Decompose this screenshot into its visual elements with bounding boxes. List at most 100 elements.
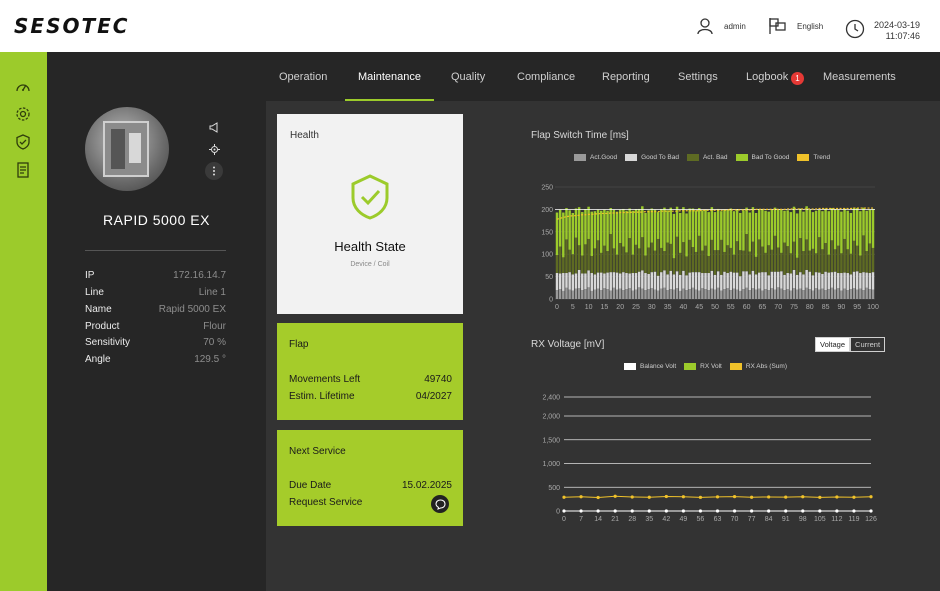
bar-act-good [789,290,793,299]
bar-bad-to-good [663,207,666,252]
x-tick-label: 70 [731,516,739,523]
legend-rx-abs: RX Abs (Sum) [729,363,787,370]
bar-bad-to-good [650,208,654,243]
bar-good-to-bad [767,275,770,291]
bar-good-to-bad [672,274,676,290]
settings-gear-icon[interactable] [15,106,31,122]
tab-measurements[interactable]: Measurements [823,52,896,101]
dashboard-icon[interactable] [15,79,31,95]
bar-bad-to-good [571,212,575,255]
bar-bad-to-good [666,210,669,243]
bar-act-bad [859,255,862,274]
bar-bad-to-good [833,209,837,250]
bar-bad-to-good [694,210,698,252]
bar-act-good [764,289,767,299]
bar-act-bad [685,256,688,276]
bar-act-bad [606,251,609,273]
bar-act-good [830,287,834,299]
language-menu[interactable]: English [768,0,823,52]
chat-icon[interactable] [431,495,449,513]
bar-act-good [811,290,815,299]
bar-act-good [600,290,603,299]
tab-maintenance[interactable]: Maintenance [358,52,421,101]
bar-good-to-bad [745,271,748,288]
tab-operation[interactable]: Operation [279,52,327,101]
bar-bad-to-good [859,211,862,256]
x-tick-label: 70 [774,304,782,311]
bar-bad-to-good [574,208,578,238]
bar-act-bad [761,246,764,273]
locate-icon[interactable] [207,142,221,156]
bar-bad-to-good [631,210,635,255]
bar-good-to-bad [786,273,789,290]
bar-act-bad [704,245,707,274]
bar-good-to-bad [622,272,625,291]
bar-act-bad [600,252,603,273]
tab-quality[interactable]: Quality [451,52,485,101]
bar-act-good [824,290,827,299]
bar-act-bad [843,238,846,273]
bar-act-good [615,289,619,299]
bar-good-to-bad [618,273,622,289]
tab-settings[interactable]: Settings [678,52,718,101]
bar-bad-to-good [612,209,616,249]
toggle-voltage[interactable]: Voltage [815,337,851,352]
megaphone-icon[interactable] [207,120,221,134]
series-point [664,494,668,499]
bar-act-bad [634,244,638,274]
bar-good-to-bad [555,273,559,291]
series-point [835,509,839,513]
bar-act-bad [780,252,783,272]
tab-reporting[interactable]: Reporting [602,52,650,101]
bar-good-to-bad [565,273,568,288]
bar-good-to-bad [581,273,584,291]
bar-good-to-bad [783,274,786,291]
bar-good-to-bad [792,269,796,289]
bar-good-to-bad [827,272,830,290]
bar-act-good [865,287,868,299]
bar-act-bad [666,242,669,275]
bar-act-good [761,290,764,299]
bar-bad-to-good [855,208,859,246]
x-tick-label: 35 [664,304,672,311]
bar-act-good [574,288,578,299]
series-point [698,495,703,499]
report-icon[interactable] [15,162,31,178]
x-tick-label: 98 [799,516,807,523]
request-service-label[interactable]: Request Service [289,497,429,508]
bar-act-good [565,287,568,299]
logbook-badge: 1 [791,72,804,85]
rx-voltage-chart: 0 500 1,000 1,500 2,000 2,400 0 7 14 21 28 35 42 49 56… [542,395,876,524]
more-vertical-icon[interactable] [205,162,223,180]
maintenance-content: Health Health State Device / Coil Flap M… [266,101,940,591]
bar-good-to-bad [647,273,650,290]
tab-compliance[interactable]: Compliance [517,52,575,101]
bar-bad-to-good [751,207,755,242]
x-tick-label: 7 [579,516,583,523]
bar-bad-to-good [821,211,824,250]
bar-bad-to-good [865,210,868,252]
bar-act-bad [609,234,612,273]
user-name: admin [724,21,746,31]
user-menu[interactable]: admin [696,0,746,52]
bar-act-good [644,290,647,299]
toggle-current[interactable]: Current [850,337,886,352]
bar-bad-to-good [729,208,733,248]
bar-bad-to-good [716,208,720,251]
legend-trend: Trend [797,154,830,161]
bar-good-to-bad [830,272,834,288]
series-point [562,495,566,499]
bar-bad-to-good [615,211,619,255]
tab-logbook[interactable]: Logbook [746,52,788,101]
bar-act-bad [574,237,578,274]
date-text: 2024-03-19 [873,20,920,30]
bar-bad-to-good [814,210,818,254]
bar-act-bad [827,254,830,273]
series-point [869,495,873,499]
shield-icon[interactable] [15,134,31,150]
bar-act-bad [811,248,815,276]
bar-act-good [568,289,571,299]
x-tick-label: 20 [616,304,624,311]
bar-bad-to-good [596,209,600,241]
bar-bad-to-good [669,207,672,244]
